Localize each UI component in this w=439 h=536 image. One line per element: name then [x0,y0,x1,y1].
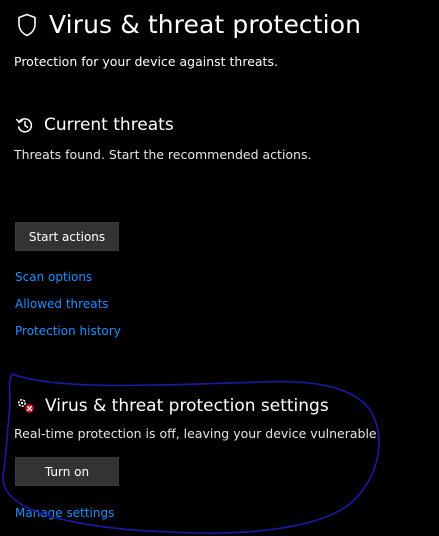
manage-settings-link[interactable]: Manage settings [15,506,114,520]
settings-description: Real-time protection is off, leaving you… [14,426,381,441]
virus-threat-protection-page: Virus & threat protection Protection for… [0,0,439,536]
threat-history-icon [16,118,33,133]
protection-history-link[interactable]: Protection history [15,324,121,338]
page-subtitle: Protection for your device against threa… [14,54,278,69]
turn-on-button[interactable]: Turn on [15,457,119,486]
shield-icon [18,13,36,36]
page-title: Virus & threat protection [49,10,362,39]
scan-options-link[interactable]: Scan options [15,270,92,284]
start-actions-button[interactable]: Start actions [15,222,119,251]
settings-heading: Virus & threat protection settings [16,396,329,416]
current-threats-title: Current threats [44,115,174,135]
current-threats-heading: Current threats [15,115,174,135]
current-threats-description: Threats found. Start the recommended act… [14,147,312,162]
settings-warning-icon [17,398,34,413]
hand-drawn-annotation-circle [2,373,380,534]
allowed-threats-link[interactable]: Allowed threats [15,297,109,311]
settings-title: Virus & threat protection settings [45,396,329,416]
page-header: Virus & threat protection [17,10,361,39]
